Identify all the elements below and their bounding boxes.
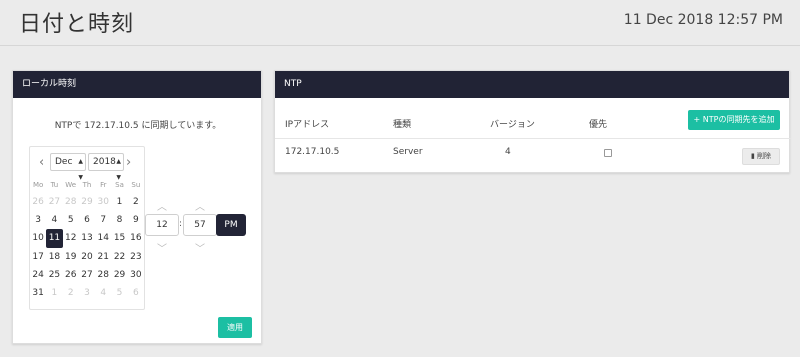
calendar-day[interactable]: 30 — [95, 193, 111, 211]
calendar-week: 31 1 2 3 4 5 6 — [30, 284, 144, 302]
calendar-day[interactable]: 7 — [95, 211, 111, 229]
calendar-day[interactable]: 23 — [128, 248, 144, 266]
calendar-day[interactable]: 3 — [30, 211, 46, 229]
calendar-day[interactable]: 27 — [79, 266, 95, 284]
calendar-day[interactable]: 12 — [63, 229, 79, 247]
calendar-day[interactable]: 28 — [95, 266, 111, 284]
calendar-day[interactable]: 22 — [111, 248, 127, 266]
calendar-grid: Mo Tu We Th Fr Sa Su 26 27 28 29 30 1 2 … — [30, 179, 144, 302]
calendar-day[interactable]: 16 — [128, 229, 144, 247]
calendar-day[interactable]: 4 — [95, 284, 111, 302]
apply-button[interactable]: 適用 — [218, 317, 252, 338]
minute-up-icon[interactable]: ︿ — [195, 198, 205, 213]
calendar-day[interactable]: 29 — [79, 193, 95, 211]
year-select[interactable]: 2018 ▲ ▼ — [88, 153, 124, 181]
calendar-week: 17 18 19 20 21 22 23 — [30, 248, 144, 266]
calendar-day[interactable]: 28 — [63, 193, 79, 211]
current-datetime: 11 Dec 2018 12:57 PM — [623, 12, 783, 28]
ntp-row-type: Server — [393, 147, 423, 157]
add-ntp-server-button[interactable]: + NTPの同期先を追加 — [688, 110, 780, 130]
calendar-day[interactable]: 20 — [79, 248, 95, 266]
calendar-day[interactable]: 8 — [111, 211, 127, 229]
delete-button[interactable]: ▮ 削除 — [742, 148, 780, 165]
column-header-type: 種類 — [393, 120, 412, 130]
calendar-day[interactable]: 14 — [95, 229, 111, 247]
calendar-day-selected[interactable]: 11 — [46, 229, 63, 248]
weekday-label: Sa — [115, 181, 124, 189]
calendar: ‹ Dec ▲ ▼ 2018 ▲ ▼ › Mo Tu We Th Fr Sa Su … — [29, 146, 145, 310]
local-time-card: ローカル時刻 NTPで 172.17.10.5 に同期しています。 ‹ Dec … — [12, 70, 262, 344]
calendar-day[interactable]: 13 — [79, 229, 95, 247]
calendar-day[interactable]: 30 — [128, 266, 144, 284]
ntp-row-ip: 172.17.10.5 — [285, 147, 340, 157]
calendar-day[interactable]: 3 — [79, 284, 95, 302]
calendar-day[interactable]: 21 — [95, 248, 111, 266]
calendar-day[interactable]: 19 — [63, 248, 79, 266]
ntp-card-title: NTP — [275, 71, 789, 98]
month-select-value: Dec — [55, 157, 73, 167]
column-header-prefer: 優先 — [589, 120, 608, 130]
minute-input[interactable]: 57 — [183, 214, 217, 236]
hour-up-icon[interactable]: ︿ — [157, 198, 167, 213]
calendar-day[interactable]: 1 — [46, 284, 62, 302]
year-select-value: 2018 — [93, 157, 116, 167]
weekday-label: Su — [131, 181, 141, 189]
calendar-day[interactable]: 31 — [30, 284, 46, 302]
table-divider — [275, 138, 791, 139]
chevron-right-icon[interactable]: › — [126, 155, 131, 170]
calendar-day[interactable]: 26 — [63, 266, 79, 284]
weekday-label: Tu — [50, 181, 59, 189]
calendar-day[interactable]: 6 — [79, 211, 95, 229]
column-header-ip: IPアドレス — [285, 120, 330, 130]
calendar-week: 10 11 12 13 14 15 16 — [30, 229, 144, 248]
weekday-label: Fr — [100, 181, 107, 189]
weekday-header: Mo Tu We Th Fr Sa Su — [30, 179, 144, 191]
calendar-day[interactable]: 1 — [111, 193, 127, 211]
chevron-left-icon[interactable]: ‹ — [39, 155, 44, 170]
calendar-day[interactable]: 24 — [30, 266, 46, 284]
hour-down-icon[interactable]: ﹀ — [157, 240, 167, 255]
calendar-day[interactable]: 27 — [46, 193, 62, 211]
calendar-day[interactable]: 6 — [128, 284, 144, 302]
weekday-label: Th — [82, 181, 92, 189]
minute-down-icon[interactable]: ﹀ — [195, 240, 205, 255]
calendar-day[interactable]: 18 — [46, 248, 62, 266]
calendar-week: 26 27 28 29 30 1 2 — [30, 193, 144, 211]
calendar-day[interactable]: 4 — [46, 211, 62, 229]
calendar-day[interactable]: 29 — [111, 266, 127, 284]
calendar-day[interactable]: 25 — [46, 266, 62, 284]
calendar-day[interactable]: 9 — [128, 211, 144, 229]
trash-icon: ▮ — [750, 152, 755, 160]
calendar-day[interactable]: 26 — [30, 193, 46, 211]
delete-button-label: 削除 — [757, 152, 772, 160]
calendar-day[interactable]: 15 — [111, 229, 127, 247]
calendar-day[interactable]: 2 — [128, 193, 144, 211]
page-title: 日付と時刻 — [19, 12, 135, 37]
column-header-version: バージョン — [490, 120, 535, 130]
local-time-card-title: ローカル時刻 — [13, 71, 261, 98]
hour-input[interactable]: 12 — [145, 214, 179, 236]
calendar-day[interactable]: 5 — [63, 211, 79, 229]
calendar-day[interactable]: 5 — [111, 284, 127, 302]
top-bar: 日付と時刻 11 Dec 2018 12:57 PM — [0, 0, 800, 46]
ampm-toggle-button[interactable]: PM — [216, 214, 246, 236]
time-separator: : — [179, 219, 183, 229]
ntp-row-version: 4 — [505, 147, 511, 157]
calendar-week: 3 4 5 6 7 8 9 — [30, 211, 144, 229]
weekday-label: We — [65, 181, 77, 189]
month-select[interactable]: Dec ▲ ▼ — [50, 153, 86, 181]
ntp-sync-message: NTPで 172.17.10.5 に同期しています。 — [54, 121, 222, 131]
calendar-day[interactable]: 2 — [63, 284, 79, 302]
prefer-checkbox[interactable] — [604, 149, 612, 157]
ntp-card: NTP + NTPの同期先を追加 IPアドレス 種類 バージョン 優先 172.… — [274, 70, 791, 173]
weekday-label: Mo — [32, 181, 44, 189]
calendar-day[interactable]: 17 — [30, 248, 46, 266]
calendar-day[interactable]: 10 — [30, 229, 46, 247]
calendar-week: 24 25 26 27 28 29 30 — [30, 266, 144, 284]
